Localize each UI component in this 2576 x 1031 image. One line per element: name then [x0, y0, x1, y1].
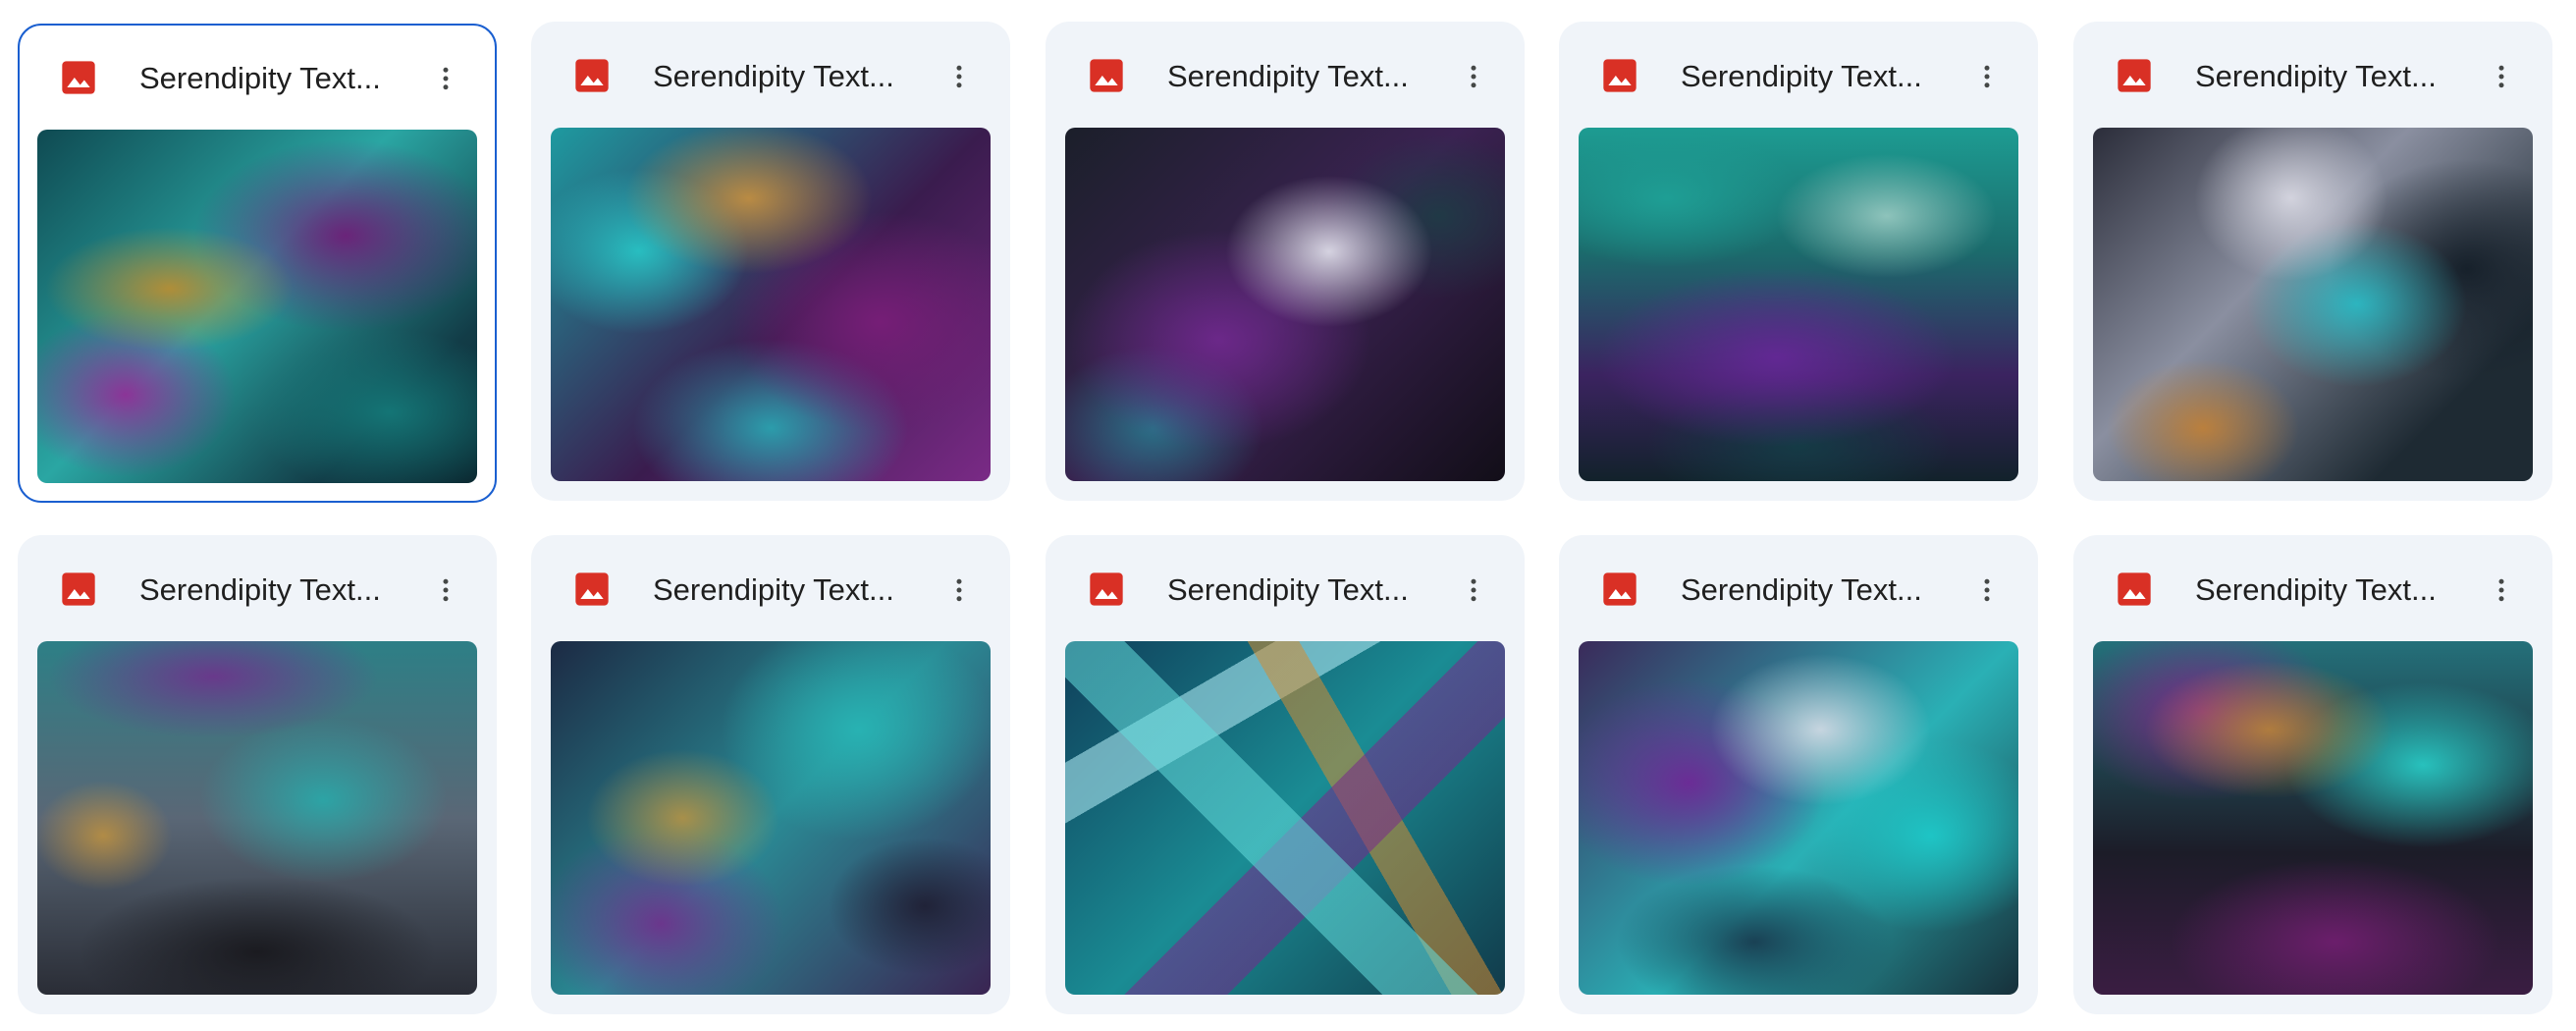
- more-actions-button[interactable]: [1961, 565, 2012, 616]
- file-card[interactable]: Serendipity Text...: [2073, 22, 2552, 501]
- file-thumbnail[interactable]: [551, 128, 991, 481]
- file-title[interactable]: Serendipity Text...: [653, 57, 918, 96]
- more-actions-button[interactable]: [1448, 51, 1499, 102]
- file-card[interactable]: Serendipity Text...: [531, 535, 1010, 1014]
- file-title[interactable]: Serendipity Text...: [2195, 570, 2460, 610]
- file-card[interactable]: Serendipity Text...: [18, 24, 497, 503]
- more-vert-icon: [1984, 578, 1990, 602]
- image-file-icon: [2115, 570, 2154, 609]
- more-actions-button[interactable]: [420, 565, 471, 616]
- file-title[interactable]: Serendipity Text...: [1167, 570, 1432, 610]
- file-card[interactable]: Serendipity Text...: [1559, 535, 2038, 1014]
- more-vert-icon: [956, 578, 962, 602]
- file-thumbnail[interactable]: [1579, 128, 2018, 481]
- more-vert-icon: [443, 578, 449, 602]
- more-actions-button[interactable]: [1448, 565, 1499, 616]
- image-file-icon: [1087, 570, 1126, 609]
- file-title[interactable]: Serendipity Text...: [139, 59, 404, 98]
- file-card-header: Serendipity Text...: [1559, 22, 2038, 124]
- file-title[interactable]: Serendipity Text...: [1167, 57, 1432, 96]
- image-file-icon: [1087, 56, 1126, 95]
- more-vert-icon: [956, 65, 962, 88]
- image-file-icon: [572, 56, 612, 95]
- image-file-icon: [1600, 56, 1639, 95]
- file-card[interactable]: Serendipity Text...: [2073, 535, 2552, 1014]
- file-grid: Serendipity Text... Serendipity Text... …: [0, 0, 2576, 1031]
- file-title[interactable]: Serendipity Text...: [139, 570, 404, 610]
- more-vert-icon: [1471, 65, 1476, 88]
- more-actions-button[interactable]: [2476, 565, 2527, 616]
- file-thumbnail[interactable]: [1065, 128, 1505, 481]
- file-thumbnail[interactable]: [37, 641, 477, 995]
- file-card[interactable]: Serendipity Text...: [1046, 535, 1525, 1014]
- more-vert-icon: [2498, 65, 2504, 88]
- file-card-header: Serendipity Text...: [2073, 22, 2552, 124]
- file-card-header: Serendipity Text...: [18, 535, 497, 637]
- image-file-icon: [572, 570, 612, 609]
- more-vert-icon: [1984, 65, 1990, 88]
- image-file-icon: [59, 58, 98, 97]
- image-file-icon: [1600, 570, 1639, 609]
- more-vert-icon: [1471, 578, 1476, 602]
- file-card-header: Serendipity Text...: [1559, 535, 2038, 637]
- file-title[interactable]: Serendipity Text...: [653, 570, 918, 610]
- file-card[interactable]: Serendipity Text...: [1559, 22, 2038, 501]
- file-card[interactable]: Serendipity Text...: [531, 22, 1010, 501]
- file-card-header: Serendipity Text...: [20, 26, 495, 128]
- file-thumbnail[interactable]: [37, 130, 477, 483]
- file-thumbnail[interactable]: [551, 641, 991, 995]
- file-card-header: Serendipity Text...: [1046, 22, 1525, 124]
- file-card[interactable]: Serendipity Text...: [1046, 22, 1525, 501]
- file-title[interactable]: Serendipity Text...: [1681, 57, 1946, 96]
- more-actions-button[interactable]: [1961, 51, 2012, 102]
- more-actions-button[interactable]: [934, 565, 985, 616]
- file-card[interactable]: Serendipity Text...: [18, 535, 497, 1014]
- file-title[interactable]: Serendipity Text...: [2195, 57, 2460, 96]
- file-thumbnail[interactable]: [2093, 641, 2533, 995]
- file-card-header: Serendipity Text...: [2073, 535, 2552, 637]
- file-card-header: Serendipity Text...: [531, 22, 1010, 124]
- file-card-header: Serendipity Text...: [531, 535, 1010, 637]
- more-actions-button[interactable]: [2476, 51, 2527, 102]
- file-thumbnail[interactable]: [1065, 641, 1505, 995]
- file-card-header: Serendipity Text...: [1046, 535, 1525, 637]
- image-file-icon: [59, 570, 98, 609]
- file-title[interactable]: Serendipity Text...: [1681, 570, 1946, 610]
- more-vert-icon: [2498, 578, 2504, 602]
- file-thumbnail[interactable]: [1579, 641, 2018, 995]
- more-actions-button[interactable]: [934, 51, 985, 102]
- file-thumbnail[interactable]: [2093, 128, 2533, 481]
- more-vert-icon: [443, 67, 449, 90]
- image-file-icon: [2115, 56, 2154, 95]
- more-actions-button[interactable]: [420, 53, 471, 104]
